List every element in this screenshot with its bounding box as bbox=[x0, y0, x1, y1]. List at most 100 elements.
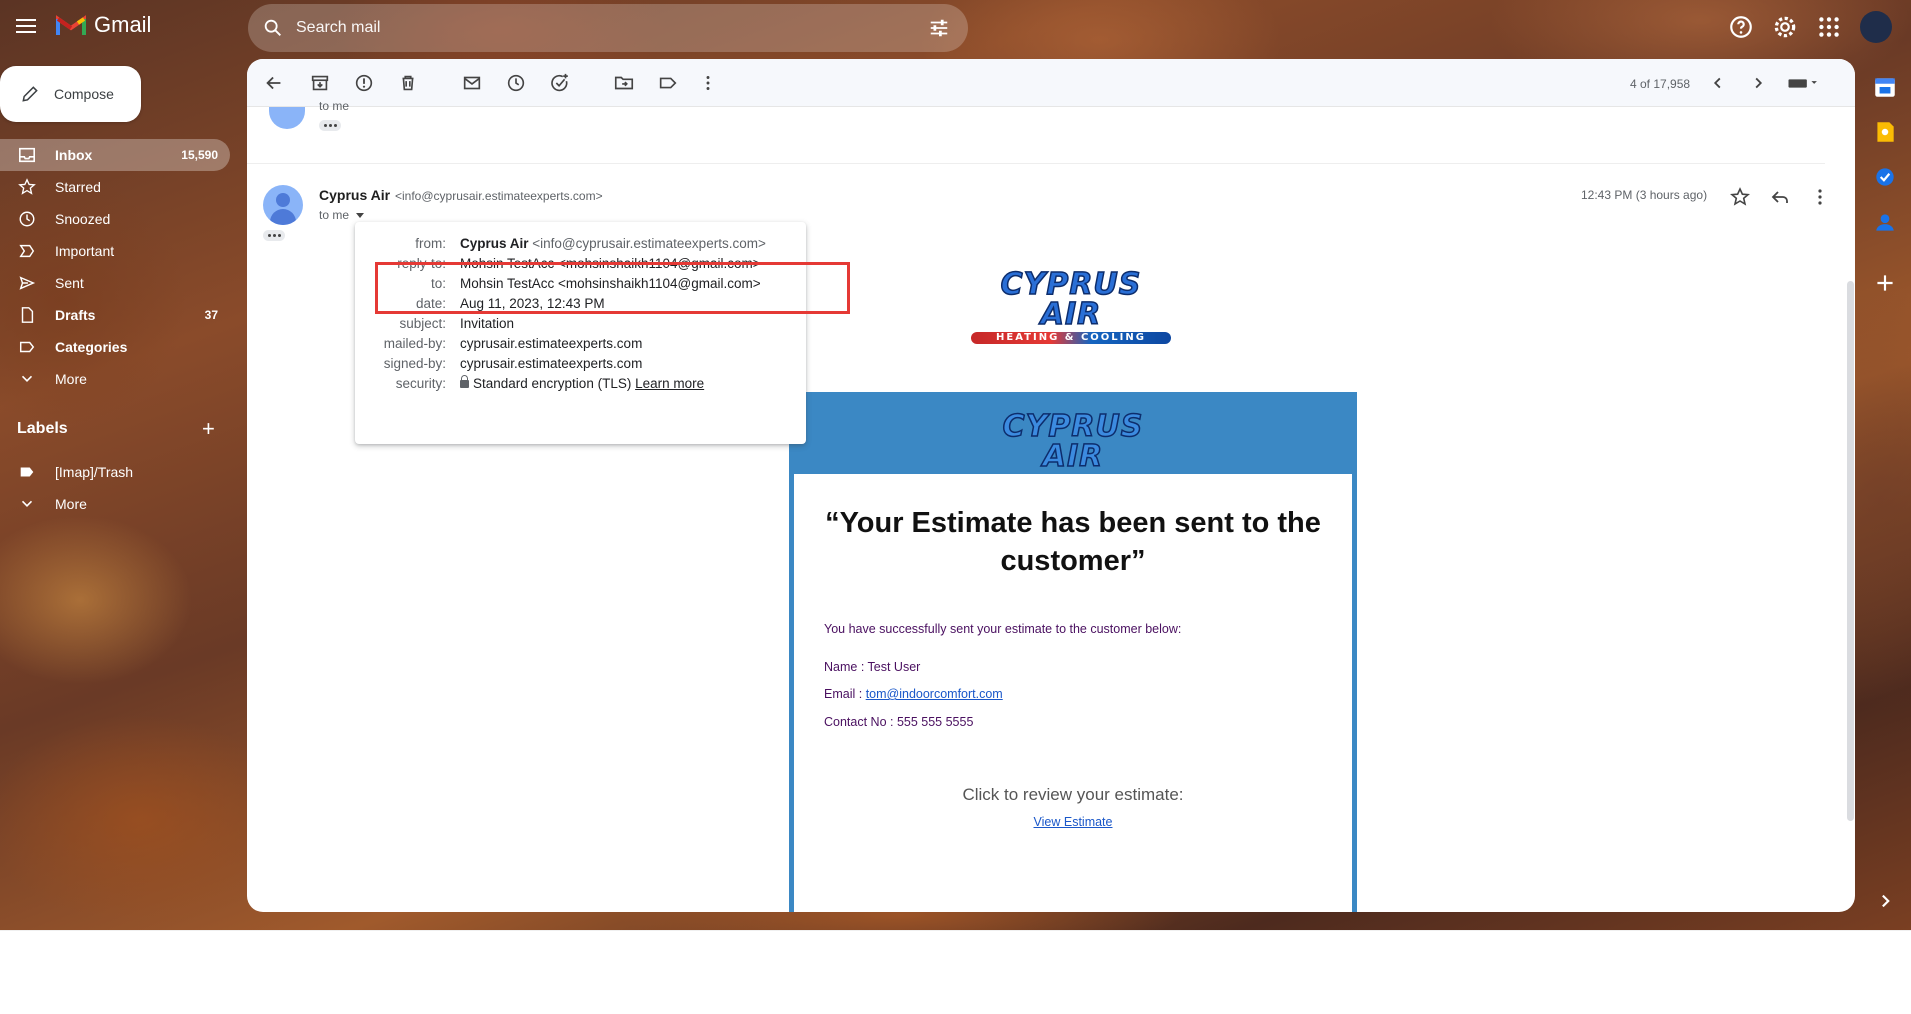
back-arrow-icon[interactable] bbox=[263, 72, 285, 94]
sender-email: <info@cyprusair.estimateexperts.com> bbox=[395, 189, 603, 203]
message-divider bbox=[247, 163, 1825, 164]
account-avatar[interactable] bbox=[1860, 11, 1892, 43]
scrollbar-thumb[interactable] bbox=[1847, 281, 1854, 821]
from-name: Cyprus Air bbox=[460, 236, 529, 251]
drafts-count: 37 bbox=[204, 308, 218, 322]
show-trimmed-content-button[interactable] bbox=[263, 230, 285, 241]
main-menu-icon[interactable] bbox=[14, 15, 38, 39]
search-icon[interactable] bbox=[262, 17, 284, 39]
settings-gear-icon[interactable] bbox=[1772, 14, 1798, 40]
keyboard-input-icon[interactable] bbox=[1785, 72, 1825, 94]
chevron-down-icon bbox=[21, 375, 33, 382]
detail-value: Standard encryption (TLS) Learn more bbox=[460, 375, 704, 391]
view-estimate-link[interactable]: View Estimate bbox=[794, 815, 1352, 829]
calendar-icon[interactable] bbox=[1872, 74, 1898, 100]
detail-label: from: bbox=[415, 236, 446, 251]
email-headline: “Your Estimate has been sent to the cust… bbox=[825, 507, 1321, 577]
keep-notes-icon[interactable] bbox=[1872, 119, 1898, 145]
top-bar: Gmail bbox=[0, 0, 1911, 54]
nav-item-label: Drafts bbox=[55, 307, 96, 323]
detail-label: mailed-by: bbox=[383, 336, 446, 351]
trash-icon[interactable] bbox=[397, 72, 419, 94]
detail-value: Cyprus Air <info@cyprusair.estimateexper… bbox=[460, 236, 766, 251]
label-item-label: [Imap]/Trash bbox=[55, 464, 134, 480]
customer-name: Name : Test User bbox=[824, 660, 921, 674]
label-item-label: More bbox=[55, 496, 87, 512]
nav-item-important[interactable]: Important bbox=[0, 235, 230, 267]
nav-item-drafts[interactable]: Drafts 37 bbox=[0, 299, 230, 331]
inbox-count: 15,590 bbox=[181, 148, 218, 162]
nav-item-label: Important bbox=[55, 243, 115, 259]
archive-icon[interactable] bbox=[309, 72, 331, 94]
recipient-line: to me bbox=[319, 208, 350, 222]
detail-row-from: from: Cyprus Air <info@cyprusair.estimat… bbox=[355, 236, 806, 256]
help-icon[interactable] bbox=[1728, 14, 1754, 40]
gmail-m-icon bbox=[56, 15, 86, 35]
chevron-left-icon[interactable] bbox=[1707, 72, 1729, 94]
star-icon[interactable] bbox=[1728, 185, 1752, 209]
pencil-icon bbox=[22, 86, 38, 102]
cyprus-air-logo: CYPRUS AIR HEATING & COOLING bbox=[971, 269, 1171, 344]
nav-item-starred[interactable]: Starred bbox=[0, 171, 230, 203]
nav-item-label: Categories bbox=[55, 339, 128, 355]
customer-email-line: Email : tom@indoorcomfort.com bbox=[824, 687, 1003, 701]
from-email: <info@cyprusair.estimateexperts.com> bbox=[532, 236, 766, 251]
move-to-folder-icon[interactable] bbox=[613, 72, 635, 94]
learn-more-link[interactable]: Learn more bbox=[635, 376, 704, 391]
inbox-icon bbox=[18, 147, 36, 163]
add-label-plus-icon[interactable]: + bbox=[202, 416, 215, 442]
email-card-body: “Your Estimate has been sent to the cust… bbox=[794, 474, 1352, 912]
reply-icon[interactable] bbox=[1768, 185, 1792, 209]
contacts-icon[interactable] bbox=[1872, 209, 1898, 235]
folder-list: Inbox 15,590 Starred Snoozed Important S… bbox=[0, 139, 240, 395]
tasks-icon[interactable] bbox=[1872, 164, 1898, 190]
detail-label: signed-by: bbox=[383, 356, 446, 371]
gmail-logo[interactable]: Gmail bbox=[56, 12, 151, 38]
add-task-icon[interactable] bbox=[549, 72, 571, 94]
send-icon bbox=[19, 276, 36, 290]
label-item-more[interactable]: More bbox=[0, 488, 230, 520]
label-list: [Imap]/Trash More bbox=[0, 456, 240, 520]
detail-row-signed-by: signed-by: cyprusair.estimateexperts.com bbox=[355, 356, 806, 376]
detail-row-subject: subject: Invitation bbox=[355, 316, 806, 336]
more-vertical-icon[interactable] bbox=[1808, 185, 1832, 209]
report-spam-icon[interactable] bbox=[353, 72, 375, 94]
label-item-imap-trash[interactable]: [Imap]/Trash bbox=[0, 456, 230, 488]
nav-item-inbox[interactable]: Inbox 15,590 bbox=[0, 139, 230, 171]
detail-value: cyprusair.estimateexperts.com bbox=[460, 336, 643, 351]
lock-icon bbox=[460, 375, 469, 388]
chevron-right-icon[interactable] bbox=[1747, 72, 1769, 94]
previous-sender-avatar[interactable] bbox=[269, 107, 305, 129]
expand-panel-chevron-icon[interactable] bbox=[1872, 888, 1898, 914]
sender-name[interactable]: Cyprus Air bbox=[319, 187, 390, 203]
compose-button[interactable]: Compose bbox=[0, 66, 141, 122]
logo-tagline: HEATING & COOLING bbox=[971, 332, 1171, 344]
detail-row-security: security: Standard encryption (TLS) Lear… bbox=[355, 375, 806, 396]
customer-email-link[interactable]: tom@indoorcomfort.com bbox=[866, 687, 1003, 701]
search-input[interactable] bbox=[296, 19, 928, 37]
nav-item-categories[interactable]: Categories bbox=[0, 331, 230, 363]
nav-item-label: Inbox bbox=[55, 147, 93, 163]
logo-wordmark: CYPRUS AIR bbox=[1002, 409, 1144, 474]
get-addons-plus-icon[interactable] bbox=[1872, 270, 1898, 296]
label-icon[interactable] bbox=[657, 72, 679, 94]
sender-avatar[interactable] bbox=[263, 185, 303, 225]
show-trimmed-content-button[interactable] bbox=[319, 120, 341, 131]
mark-unread-icon[interactable] bbox=[461, 72, 483, 94]
highlight-annotation-box bbox=[375, 262, 850, 314]
search-options-icon[interactable] bbox=[928, 17, 950, 39]
recipient-details-toggle[interactable]: to me bbox=[319, 208, 365, 222]
nav-item-more[interactable]: More bbox=[0, 363, 230, 395]
message-details-popup: from: Cyprus Air <info@cyprusair.estimat… bbox=[355, 222, 806, 444]
compose-label: Compose bbox=[54, 86, 114, 102]
apps-grid-icon[interactable] bbox=[1816, 14, 1842, 40]
labels-heading: Labels bbox=[17, 420, 68, 437]
label-icon bbox=[20, 467, 34, 477]
more-vertical-icon[interactable] bbox=[697, 72, 719, 94]
nav-item-snoozed[interactable]: Snoozed bbox=[0, 203, 230, 235]
nav-item-sent[interactable]: Sent bbox=[0, 267, 230, 299]
nav-item-label: Snoozed bbox=[55, 211, 111, 227]
customer-contact: Contact No : 555 555 5555 bbox=[824, 715, 974, 729]
detail-label: security: bbox=[395, 376, 446, 391]
snooze-clock-icon[interactable] bbox=[505, 72, 527, 94]
